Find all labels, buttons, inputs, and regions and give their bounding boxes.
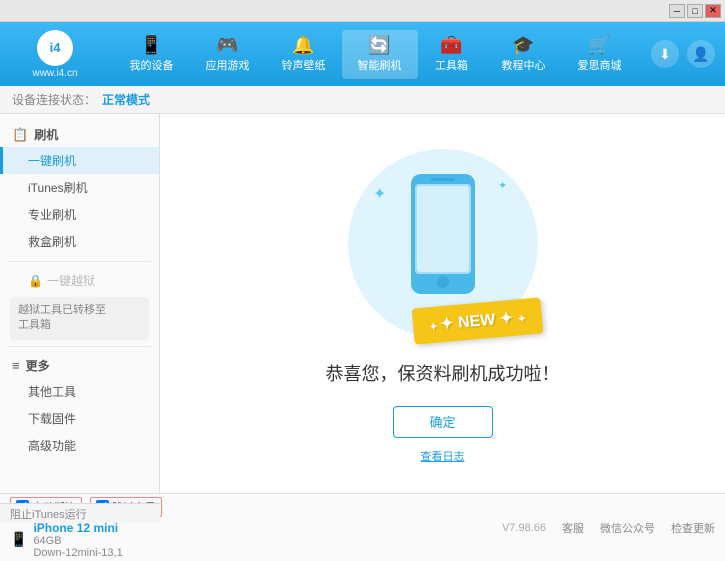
status-bar: 设备连接状态： 正常模式 [0,86,725,114]
sidebar: 📋 刷机 一键刷机 iTunes刷机 专业刷机 救盒刷机 🔒 一键越狱 越狱工具… [0,114,160,493]
svg-text:✦: ✦ [498,180,507,192]
nav-my-device[interactable]: 📱 我的设备 [114,30,190,79]
sidebar-item-one-click-flash[interactable]: 一键刷机 [0,147,159,174]
my-device-icon: 📱 [140,36,162,54]
apps-games-icon: 🎮 [216,36,238,54]
minimize-btn[interactable]: ─ [669,4,685,18]
tutorial-label: 教程中心 [502,57,546,73]
account-btn[interactable]: 👤 [687,40,715,68]
toolbox-label: 工具箱 [435,57,468,73]
lock-icon: 🔒 [28,274,43,288]
smart-flash-icon: 🔄 [368,36,390,54]
smart-flash-label: 智能刷机 [358,57,402,73]
sidebar-section-flash: 📋 刷机 [0,122,159,147]
app-store-label: 爱思商城 [578,57,622,73]
wechat-link[interactable]: 微信公众号 [600,520,655,536]
more-section-icon: ≡ [12,358,20,373]
bottom-right: V7.98.66 客服 微信公众号 检查更新 [502,520,715,536]
nav-right: ⬇ 👤 [651,40,715,68]
sidebar-section-more: ≡ 更多 [0,353,159,378]
sidebar-item-rescue-flash[interactable]: 救盒刷机 [0,228,159,255]
nav-smart-flash[interactable]: 🔄 智能刷机 [342,30,418,79]
sidebar-item-pro-flash[interactable]: 专业刷机 [0,201,159,228]
itunes-status: 阻止iTunes运行 [0,503,160,523]
top-nav: i4 www.i4.cn 📱 我的设备 🎮 应用游戏 🔔 铃声壁纸 🔄 智能刷机… [0,22,725,86]
sidebar-item-itunes-flash[interactable]: iTunes刷机 [0,174,159,201]
sidebar-item-advanced[interactable]: 高级功能 [0,432,159,459]
toolbox-icon: 🧰 [440,36,462,54]
sidebar-section-jailbreak: 🔒 一键越狱 [0,268,159,293]
nav-app-store[interactable]: 🛒 爱思商城 [562,30,638,79]
device-row: 📱 iPhone 12 mini 64GB Down-12mini-13,1 [10,521,162,559]
nav-items: 📱 我的设备 🎮 应用游戏 🔔 铃声壁纸 🔄 智能刷机 🧰 工具箱 🎓 教程中心… [110,30,641,79]
sidebar-item-download-firmware[interactable]: 下载固件 [0,405,159,432]
view-log-link[interactable]: 查看日志 [421,448,465,464]
close-btn[interactable]: ✕ [705,4,721,18]
flash-section-icon: 📋 [12,127,28,143]
confirm-button[interactable]: 确定 [393,406,493,438]
logo-icon: i4 [37,30,73,66]
nav-apps-games[interactable]: 🎮 应用游戏 [190,30,266,79]
check-update-link[interactable]: 检查更新 [671,520,715,536]
title-bar: ─ □ ✕ [0,0,725,22]
nav-toolbox[interactable]: 🧰 工具箱 [418,30,486,79]
device-storage: 64GB [33,535,122,547]
divider-1 [8,261,151,262]
logo[interactable]: i4 www.i4.cn [10,30,100,79]
my-device-label: 我的设备 [130,57,174,73]
tutorial-icon: 🎓 [512,36,534,54]
jailbreak-note: 越狱工具已转移至工具箱 [10,297,149,340]
device-model: Down-12mini-13,1 [33,547,122,559]
sidebar-item-other-tools[interactable]: 其他工具 [0,378,159,405]
device-info: iPhone 12 mini 64GB Down-12mini-13,1 [33,521,122,559]
customer-service-link[interactable]: 客服 [562,520,584,536]
nav-ringtones[interactable]: 🔔 铃声壁纸 [266,30,342,79]
status-value: 正常模式 [102,91,150,108]
maximize-btn[interactable]: □ [687,4,703,18]
phone-illustration: ✦ ✦ ✦ NEW ✦ [343,144,543,344]
ringtones-label: 铃声壁纸 [282,57,326,73]
status-label: 设备连接状态： [12,91,96,108]
ringtones-icon: 🔔 [292,36,314,54]
version-text: V7.98.66 [502,522,546,534]
content-area: ✦ ✦ ✦ NEW ✦ 恭喜您，保资料刷机成功啦！ 确定 查看日志 [160,114,725,493]
app-store-icon: 🛒 [588,36,610,54]
apps-games-label: 应用游戏 [206,57,250,73]
divider-2 [8,346,151,347]
logo-url: www.i4.cn [32,68,77,79]
nav-tutorial[interactable]: 🎓 教程中心 [486,30,562,79]
phone-icon: 📱 [10,531,27,548]
download-btn[interactable]: ⬇ [651,40,679,68]
success-text: 恭喜您，保资料刷机成功啦！ [326,360,560,386]
svg-text:✦: ✦ [373,186,386,203]
main-layout: 📋 刷机 一键刷机 iTunes刷机 专业刷机 救盒刷机 🔒 一键越狱 越狱工具… [0,114,725,493]
